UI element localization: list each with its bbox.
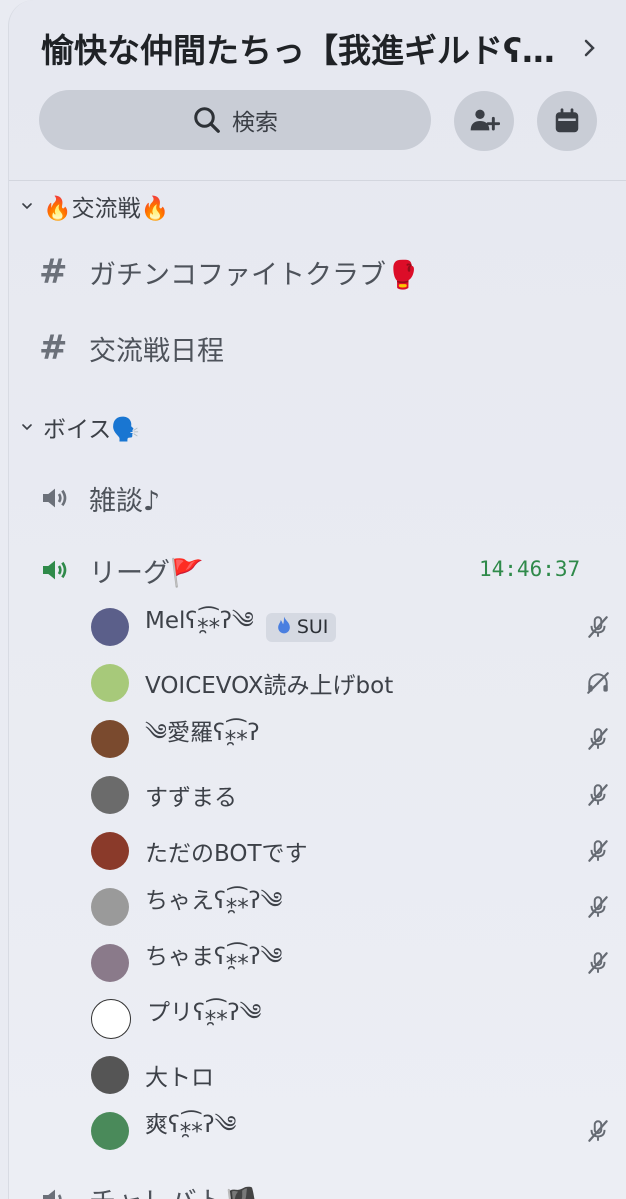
mic-off-icon: [585, 726, 611, 752]
voice-member[interactable]: Melʕ⁎̯͡⁎ʔ༄ SUI: [91, 604, 611, 650]
events-button[interactable]: [537, 91, 597, 151]
search-button[interactable]: 検索: [39, 90, 431, 150]
channel-label: ガチンコファイトクラブ🥊: [89, 259, 420, 291]
avatar[interactable]: [91, 999, 131, 1039]
category-label: ボイス🗣️: [43, 417, 140, 443]
voice-member[interactable]: 爽ʕ⁎̯͡⁎ʔ༄: [91, 1108, 611, 1154]
add-user-icon: [470, 109, 500, 131]
avatar[interactable]: [91, 720, 129, 758]
voice-member[interactable]: すずまる: [91, 772, 611, 818]
avatar[interactable]: [91, 888, 129, 926]
search-label: 検索: [232, 110, 278, 136]
search-icon: [194, 107, 220, 133]
avatar[interactable]: [91, 776, 129, 814]
voice-member[interactable]: ただのBOTです: [91, 828, 611, 874]
guild-tag-badge[interactable]: SUI: [265, 612, 337, 642]
voice-channel-zatsudan[interactable]: 雑談♪: [39, 473, 160, 523]
voice-member[interactable]: VOICEVOX読み上げbot: [91, 660, 611, 706]
category-voice[interactable]: ボイス🗣️: [19, 407, 140, 447]
mic-off-icon: [585, 614, 611, 640]
voice-member[interactable]: 大トロ: [91, 1052, 611, 1098]
channel-sidebar: 愉快な仲間たちっ【我進ギルドʕ… 検索 🔥交流戦🔥 # ガチンコファイトクラブ🥊…: [8, 0, 626, 1199]
speaker-icon: [39, 554, 89, 586]
avatar[interactable]: [91, 832, 129, 870]
voice-channel-league[interactable]: リーグ🚩: [39, 545, 204, 595]
mic-off-icon: [585, 838, 611, 864]
channel-label: 雑談♪: [89, 485, 161, 517]
server-name[interactable]: 愉快な仲間たちっ【我進ギルドʕ…: [41, 24, 561, 72]
channel-gachinko[interactable]: # ガチンコファイトクラブ🥊: [39, 247, 420, 297]
voice-channel-challebatto[interactable]: チャレバト🏴: [39, 1174, 258, 1199]
member-name: Melʕ⁎̯͡⁎ʔ༄: [145, 607, 254, 634]
invite-members-button[interactable]: [454, 91, 514, 151]
member-name: すずまる: [145, 785, 237, 811]
category-kouryusen[interactable]: 🔥交流戦🔥: [19, 186, 169, 226]
calendar-icon: [555, 108, 579, 133]
member-name: 大トロ: [145, 1065, 214, 1091]
member-name: 爽ʕ⁎̯͡⁎ʔ༄: [145, 1111, 237, 1138]
voice-member[interactable]: プリʕ⁎̯͡⁎ʔ༄: [91, 996, 611, 1042]
chevron-right-icon[interactable]: [577, 36, 601, 60]
mic-off-icon: [585, 1118, 611, 1144]
mic-off-icon: [585, 950, 611, 976]
member-name: プリʕ⁎̯͡⁎ʔ༄: [147, 999, 262, 1026]
hashtag-icon: #: [39, 328, 68, 368]
speaker-icon: [39, 482, 89, 514]
channel-label: 交流戦日程: [89, 335, 224, 367]
headphones-off-icon: [585, 670, 611, 696]
member-name: ༄愛羅ʕ⁎̯͡⁎ʔ: [145, 719, 260, 746]
channel-schedule[interactable]: # 交流戦日程: [39, 323, 224, 373]
member-name: ただのBOTです: [145, 841, 308, 867]
server-header: 愉快な仲間たちっ【我進ギルドʕ… 検索: [9, 0, 626, 181]
channel-label: リーグ🚩: [89, 557, 204, 589]
voice-member[interactable]: ༄愛羅ʕ⁎̯͡⁎ʔ: [91, 716, 611, 762]
call-timer: 14:46:37: [479, 557, 581, 581]
avatar[interactable]: [91, 664, 129, 702]
flame-icon: [274, 615, 294, 640]
channel-label: チャレバト🏴: [89, 1180, 258, 1199]
hashtag-icon: #: [39, 252, 68, 292]
avatar[interactable]: [91, 1056, 129, 1094]
voice-member[interactable]: ちゃえʕ⁎̯͡⁎ʔ༄: [91, 884, 611, 930]
chevron-down-icon: [22, 424, 32, 431]
avatar[interactable]: [91, 1112, 129, 1150]
avatar[interactable]: [91, 944, 129, 982]
mic-off-icon: [585, 782, 611, 808]
category-label: 🔥交流戦🔥: [43, 196, 170, 222]
voice-member[interactable]: ちゃまʕ⁎̯͡⁎ʔ༄: [91, 940, 611, 986]
chevron-down-icon: [22, 203, 32, 210]
member-name: VOICEVOX読み上げbot: [145, 673, 394, 699]
speaker-icon: [39, 1183, 89, 1199]
avatar[interactable]: [91, 608, 129, 646]
guild-tag-label: SUI: [296, 616, 329, 638]
mic-off-icon: [585, 894, 611, 920]
